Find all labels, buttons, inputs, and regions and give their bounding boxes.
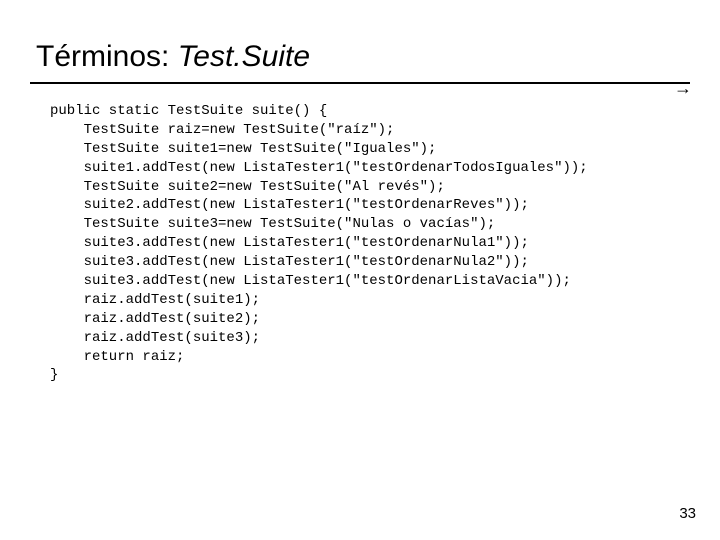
code-line: return raiz; (50, 349, 184, 365)
title-emphasis: Test.Suite (178, 40, 310, 73)
code-line: raiz.addTest(suite2); (50, 311, 260, 327)
title-prefix: Términos: (36, 40, 178, 73)
page-number: 33 (679, 505, 696, 522)
code-line: suite2.addTest(new ListaTester1("testOrd… (50, 197, 529, 213)
arrow-right-icon: → (674, 78, 690, 99)
slide-title: Términos: Test.Suite (36, 40, 690, 74)
code-line: TestSuite suite1=new TestSuite("Iguales"… (50, 141, 436, 157)
code-line: suite3.addTest(new ListaTester1("testOrd… (50, 254, 529, 270)
code-line: } (50, 367, 58, 383)
code-line: suite3.addTest(new ListaTester1("testOrd… (50, 273, 571, 289)
code-line: raiz.addTest(suite3); (50, 330, 260, 346)
code-block: public static TestSuite suite() { TestSu… (50, 102, 690, 385)
code-line: public static TestSuite suite() { (50, 103, 327, 119)
code-line: raiz.addTest(suite1); (50, 292, 260, 308)
slide: Términos: Test.Suite → public static Tes… (0, 0, 720, 540)
code-line: TestSuite raiz=new TestSuite("raíz"); (50, 122, 394, 138)
code-line: suite1.addTest(new ListaTester1("testOrd… (50, 160, 588, 176)
code-line: TestSuite suite2=new TestSuite("Al revés… (50, 179, 445, 195)
code-line: TestSuite suite3=new TestSuite("Nulas o … (50, 216, 495, 232)
code-line: suite3.addTest(new ListaTester1("testOrd… (50, 235, 529, 251)
title-rule (30, 82, 690, 84)
